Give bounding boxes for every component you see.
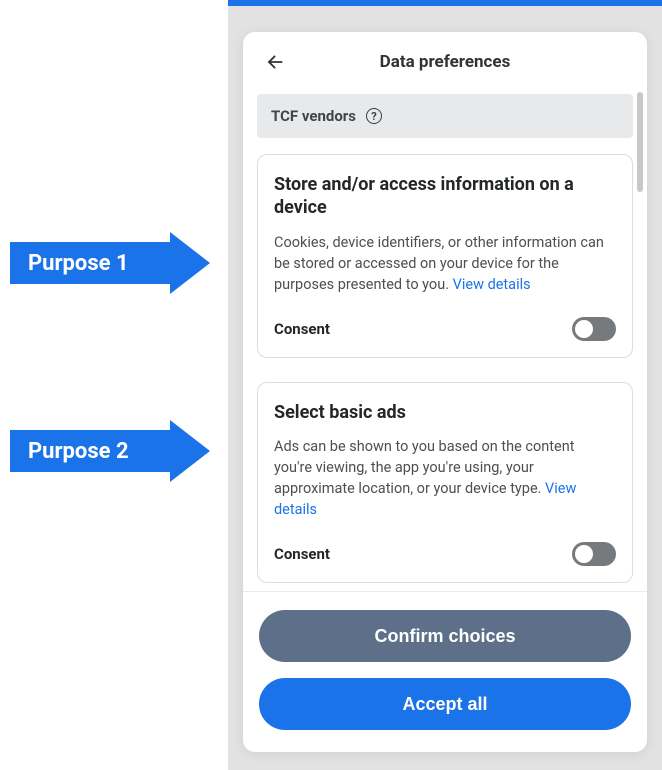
accept-all-button[interactable]: Accept all xyxy=(259,678,631,730)
help-icon[interactable]: ? xyxy=(366,108,382,124)
scrollbar-thumb[interactable] xyxy=(637,92,643,192)
purpose-description: Cookies, device identifiers, or other in… xyxy=(274,232,616,295)
browser-accent-bar xyxy=(228,0,662,6)
purpose-description-text: Cookies, device identifiers, or other in… xyxy=(274,234,604,293)
vendors-section-header[interactable]: TCF vendors ? xyxy=(257,94,633,138)
modal-footer: Confirm choices Accept all xyxy=(243,591,647,752)
consent-toggle[interactable] xyxy=(572,317,616,341)
toggle-knob xyxy=(575,545,593,563)
annotation-label: Purpose 2 xyxy=(28,439,129,464)
annotation-label: Purpose 1 xyxy=(28,251,129,276)
annotation-arrow-purpose-1: Purpose 1 xyxy=(10,232,215,294)
annotation-arrow-purpose-2: Purpose 2 xyxy=(10,420,215,482)
consent-toggle[interactable] xyxy=(572,542,616,566)
purpose-card: Select basic ads Ads can be shown to you… xyxy=(257,382,633,583)
purpose-description: Ads can be shown to you based on the con… xyxy=(274,436,616,520)
purpose-title: Store and/or access information on a dev… xyxy=(274,173,616,220)
modal-title: Data preferences xyxy=(380,52,511,72)
arrow-left-icon xyxy=(264,51,286,73)
purpose-description-text: Ads can be shown to you based on the con… xyxy=(274,438,574,497)
view-details-link[interactable]: View details xyxy=(453,276,531,293)
purpose-title: Select basic ads xyxy=(274,401,616,424)
purpose-card: Store and/or access information on a dev… xyxy=(257,154,633,358)
consent-modal: Data preferences TCF vendors ? Store and… xyxy=(243,32,647,752)
back-button[interactable] xyxy=(261,48,289,76)
vendors-section-label: TCF vendors xyxy=(271,107,356,125)
consent-label: Consent xyxy=(274,320,330,338)
modal-scroll-area[interactable]: TCF vendors ? Store and/or access inform… xyxy=(243,92,647,591)
modal-header: Data preferences xyxy=(243,32,647,92)
confirm-choices-button[interactable]: Confirm choices xyxy=(259,610,631,662)
consent-label: Consent xyxy=(274,545,330,563)
toggle-knob xyxy=(575,320,593,338)
